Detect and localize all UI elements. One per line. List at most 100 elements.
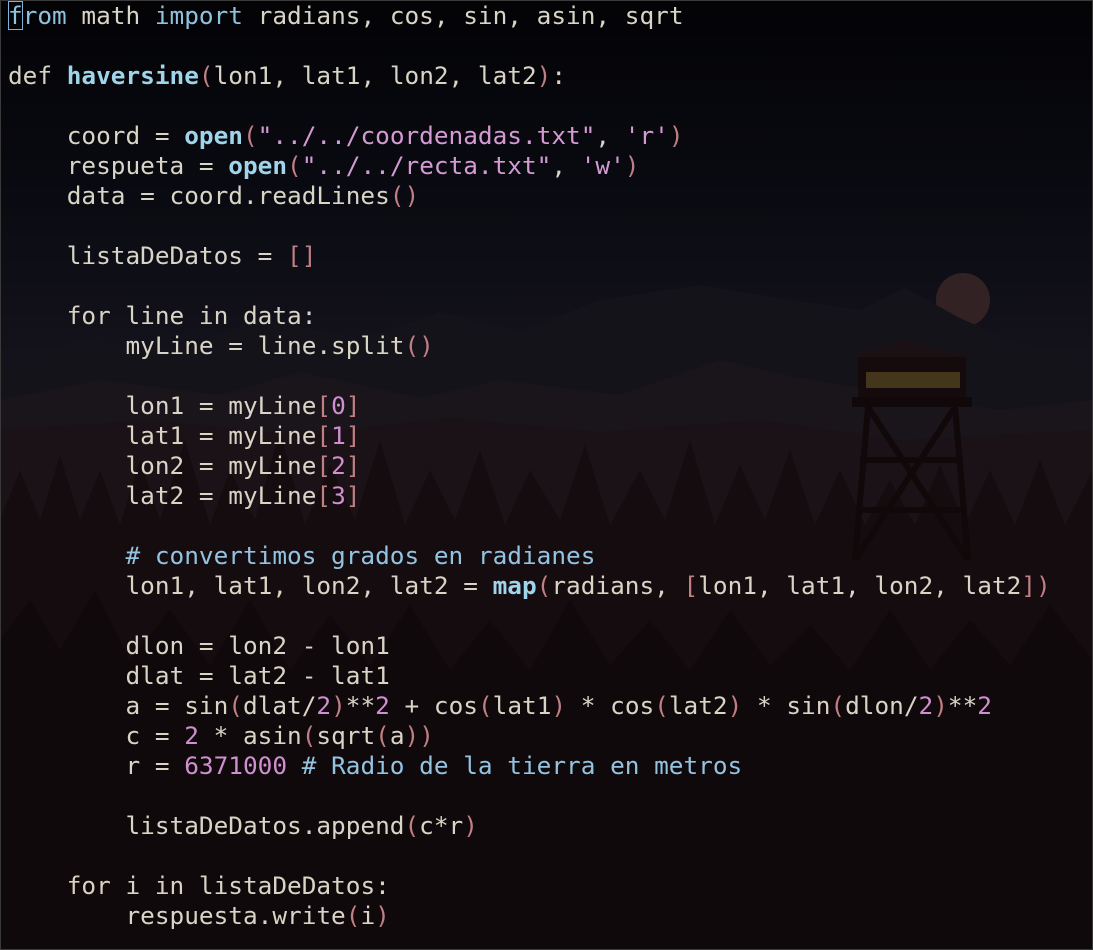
code-line[interactable]: listaDeDatos.append(c*r) [8, 811, 1093, 841]
code-line[interactable]: listaDeDatos = [] [8, 241, 1093, 271]
code-token: [ [316, 421, 332, 450]
code-line[interactable]: dlat = lat2 - lat1 [8, 661, 1093, 691]
code-line[interactable]: a = sin(dlat/2)**2 + cos(lat1) * cos(lat… [8, 691, 1093, 721]
code-token: respueta = [8, 151, 229, 180]
code-token: r = [8, 751, 185, 780]
code-token: for [8, 871, 111, 900]
code-token: data = coord.readLines [8, 181, 390, 210]
code-line[interactable]: from math import radians, cos, sin, asin… [8, 1, 1093, 31]
code-token: * sin [742, 691, 831, 720]
code-line[interactable] [8, 361, 1093, 391]
code-token: listaDeDatos: [184, 871, 390, 900]
code-token: in [198, 301, 229, 330]
code-token: lat2 = myLine [8, 481, 317, 510]
code-token: ) [536, 61, 552, 90]
code-token: 1 [331, 421, 346, 450]
code-token: coord = [8, 121, 185, 150]
code-line[interactable]: c = 2 * asin(sqrt(a)) [8, 721, 1093, 751]
code-token: radians, [551, 571, 684, 600]
terminal-window: from math import radians, cos, sin, asin… [0, 0, 1093, 950]
code-token: [ [316, 451, 332, 480]
code-token: ) [463, 811, 478, 840]
code-line[interactable]: lon1 = myLine[0] [8, 391, 1093, 421]
code-token: a [389, 721, 405, 750]
code-line[interactable]: for i in listaDeDatos: [8, 871, 1093, 901]
code-token: ] [345, 451, 361, 480]
code-line[interactable]: def haversine(lon1, lat1, lon2, lat2): [8, 61, 1093, 91]
code-line[interactable]: r = 6371000 # Radio de la tierra en metr… [8, 751, 1093, 781]
code-token: * cos [566, 691, 655, 720]
code-token: ) [668, 121, 684, 150]
code-token: ( [477, 691, 493, 720]
code-line[interactable]: lat1 = myLine[1] [8, 421, 1093, 451]
code-token: ) [727, 691, 743, 720]
code-line[interactable]: respueta = open("../../recta.txt", 'w') [8, 151, 1093, 181]
code-line[interactable] [8, 31, 1093, 61]
code-line[interactable] [8, 91, 1093, 121]
code-line[interactable]: data = coord.readLines() [8, 181, 1093, 211]
code-token: () [389, 181, 420, 210]
code-token: ( [301, 721, 317, 750]
code-token: ** [947, 691, 978, 720]
code-line[interactable] [8, 841, 1093, 871]
code-line[interactable] [8, 271, 1093, 301]
code-token: import [154, 1, 243, 30]
code-token: 'w' [580, 151, 625, 180]
code-line[interactable]: lon1, lat1, lon2, lat2 = map(radians, [l… [8, 571, 1093, 601]
code-token: i [360, 901, 376, 930]
code-token: ( [228, 691, 243, 720]
code-token: () [404, 331, 434, 360]
code-line[interactable] [8, 781, 1093, 811]
code-token: 0 [331, 391, 346, 420]
code-line[interactable]: myLine = line.split() [8, 331, 1093, 361]
code-token: # convertimos grados en radianes [8, 541, 596, 570]
code-token: ) [551, 691, 567, 720]
code-token: ] [345, 481, 361, 510]
code-line[interactable]: lat2 = myLine[3] [8, 481, 1093, 511]
code-token: i [110, 871, 155, 900]
code-token: 'r' [624, 121, 669, 150]
code-line[interactable] [8, 211, 1093, 241]
code-token: lon1, lat1, lon2, lat2 [213, 61, 537, 90]
code-line[interactable]: coord = open("../../coordenadas.txt", 'r… [8, 121, 1093, 151]
code-token: + cos [389, 691, 478, 720]
code-token: lat1 = myLine [8, 421, 317, 450]
code-token: dlat = lat2 - lat1 [8, 661, 390, 690]
code-token: ) [933, 691, 948, 720]
code-token: lat2 [668, 691, 728, 720]
code-token: ( [654, 691, 669, 720]
code-token: c*r [419, 811, 464, 840]
code-token: 2 [977, 691, 992, 720]
code-token: lat1 [492, 691, 552, 720]
code-token: ( [198, 61, 214, 90]
code-token: ** [345, 691, 376, 720]
code-token: listaDeDatos = [8, 241, 288, 270]
code-token: [ [683, 571, 699, 600]
code-token: map [492, 571, 537, 600]
code-token: 2 [918, 691, 934, 720]
code-token: 2 [184, 721, 199, 750]
code-line[interactable]: dlon = lon2 - lon1 [8, 631, 1093, 661]
code-token: def [8, 61, 67, 90]
code-token: : [551, 61, 567, 90]
code-token: "../../recta.txt" [301, 151, 552, 180]
code-token: line [110, 301, 199, 330]
code-token: radians, cos, sin, asin, sqrt [242, 1, 684, 30]
code-token: , [595, 121, 625, 150]
code-token: myLine = line.split [8, 331, 405, 360]
code-token: c = [8, 721, 185, 750]
code-token: lon2 = myLine [8, 451, 317, 480]
code-token: ( [375, 721, 390, 750]
code-token: , [551, 151, 581, 180]
code-editor[interactable]: from math import radians, cos, sin, asin… [8, 1, 1093, 950]
code-line[interactable] [8, 511, 1093, 541]
code-line[interactable]: # convertimos grados en radianes [8, 541, 1093, 571]
code-line[interactable]: for line in data: [8, 301, 1093, 331]
code-token: lon1 = myLine [8, 391, 317, 420]
code-line[interactable] [8, 601, 1093, 631]
code-line[interactable]: lon2 = myLine[2] [8, 451, 1093, 481]
code-token: open [228, 151, 288, 180]
code-token: # Radio de la tierra en metros [287, 751, 743, 780]
code-line[interactable]: respuesta.write(i) [8, 901, 1093, 931]
code-token: ( [287, 151, 302, 180]
